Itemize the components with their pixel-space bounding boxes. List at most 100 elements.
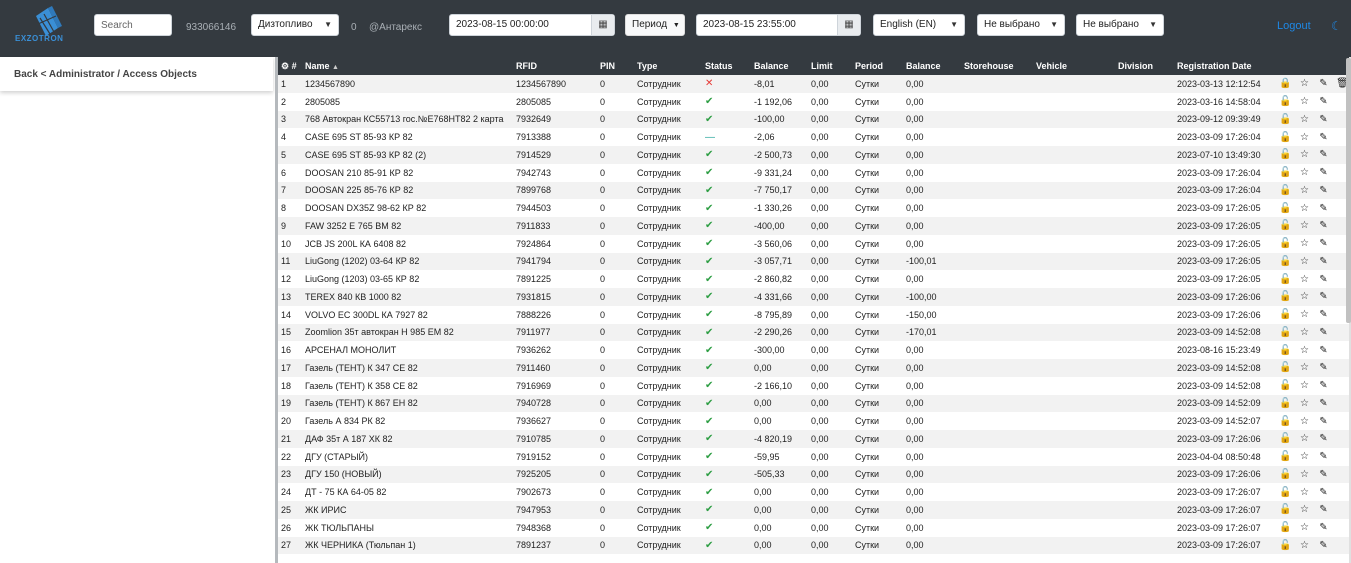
edit-icon[interactable]: ✎ xyxy=(1314,309,1333,320)
date-from-input[interactable]: 2023-08-15 00:00:00 ▦ xyxy=(449,14,615,36)
column-header-period[interactable]: Period xyxy=(852,57,903,75)
unlock-icon[interactable]: 🔓 xyxy=(1276,203,1295,214)
unlock-icon[interactable]: 🔓 xyxy=(1276,167,1295,178)
star-icon[interactable]: ☆ xyxy=(1295,185,1314,196)
gear-icon[interactable]: ⚙ xyxy=(281,61,289,71)
star-icon[interactable]: ☆ xyxy=(1295,433,1314,444)
column-header-registration-date[interactable]: Registration Date xyxy=(1174,57,1273,75)
edit-icon[interactable]: ✎ xyxy=(1314,380,1333,391)
unlock-icon[interactable]: 🔓 xyxy=(1276,433,1295,444)
table-row[interactable]: 14 VOLVO EC 300DL КА 7927 82 7888226 0 Сотру… xyxy=(278,305,1349,324)
filter-select-2[interactable]: Не выбрано ▼ xyxy=(1076,14,1164,36)
table-row[interactable]: 18 Газель (ТЕНТ) К 358 СЕ 82 7916969 0 Сотру… xyxy=(278,376,1349,395)
edit-icon[interactable]: ✎ xyxy=(1314,149,1333,160)
star-icon[interactable]: ☆ xyxy=(1295,220,1314,231)
star-icon[interactable]: ☆ xyxy=(1295,345,1314,356)
column-header-type[interactable]: Type xyxy=(634,57,702,75)
table-row[interactable]: 22 ДГУ (СТАРЫЙ) 7919152 0 Сотрудник ✔ -59,95 0,… xyxy=(278,447,1349,466)
unlock-icon[interactable]: 🔓 xyxy=(1276,185,1295,196)
star-icon[interactable]: ☆ xyxy=(1295,167,1314,178)
table-row[interactable]: 20 Газель А 834 РК 82 7936627 0 Сотрудник ✔ 0,… xyxy=(278,412,1349,430)
table-row[interactable]: 9 FAW 3252 Е 765 ВМ 82 7911833 0 Сотрудник ✔ -… xyxy=(278,217,1349,235)
column-header-balance[interactable]: Balance xyxy=(751,57,808,75)
column-header-index[interactable]: ⚙ # xyxy=(278,57,302,75)
unlock-icon[interactable]: 🔓 xyxy=(1276,540,1295,551)
lock-icon[interactable]: 🔒 xyxy=(1276,78,1295,89)
date-to-input[interactable]: 2023-08-15 23:55:00 ▦ xyxy=(696,14,861,36)
edit-icon[interactable]: ✎ xyxy=(1314,78,1333,89)
star-icon[interactable]: ☆ xyxy=(1295,203,1314,214)
star-icon[interactable]: ☆ xyxy=(1295,504,1314,515)
table-row[interactable]: 12 LiuGong (1203) 03-65 КР 82 7891225 0 Сотр… xyxy=(278,270,1349,288)
unlock-icon[interactable]: 🔓 xyxy=(1276,274,1295,285)
edit-icon[interactable]: ✎ xyxy=(1314,362,1333,373)
column-header-name[interactable]: Name ▲ xyxy=(302,57,513,75)
calendar-icon[interactable]: ▦ xyxy=(837,15,860,35)
table-row[interactable]: 16 АРСЕНАЛ МОНОЛИТ 7936262 0 Сотрудник ✔ -300,… xyxy=(278,341,1349,359)
column-header-pin[interactable]: PIN xyxy=(597,57,634,75)
unlock-icon[interactable]: 🔓 xyxy=(1276,291,1295,302)
unlock-icon[interactable]: 🔓 xyxy=(1276,398,1295,409)
star-icon[interactable]: ☆ xyxy=(1295,487,1314,498)
language-select[interactable]: English (EN) ▼ xyxy=(873,14,965,36)
edit-icon[interactable]: ✎ xyxy=(1314,291,1333,302)
edit-icon[interactable]: ✎ xyxy=(1314,504,1333,515)
table-row[interactable]: 19 Газель (ТЕНТ) К 867 ЕН 82 7940728 0 Сотру… xyxy=(278,394,1349,413)
unlock-icon[interactable]: 🔓 xyxy=(1276,522,1295,533)
breadcrumb-link[interactable]: Back < Administrator / Access Objects xyxy=(14,69,197,80)
table-row[interactable]: 15 Zoomlion 35т автокран Н 985 ЕМ 82 79119… xyxy=(278,323,1349,342)
edit-icon[interactable]: ✎ xyxy=(1314,203,1333,214)
table-row[interactable]: 6 DOOSAN 210 85-91 КР 82 7942743 0 Сотрудник… xyxy=(278,163,1349,182)
table-row[interactable]: 2 2805085 2805085 0 Сотрудник ✔ -1 192,06 0,00 С… xyxy=(278,92,1349,111)
unlock-icon[interactable]: 🔓 xyxy=(1276,238,1295,249)
star-icon[interactable]: ☆ xyxy=(1295,469,1314,480)
unlock-icon[interactable]: 🔓 xyxy=(1276,416,1295,427)
table-row[interactable]: 17 Газель (ТЕНТ) К 347 СЕ 82 7911460 0 Сотру… xyxy=(278,359,1349,377)
table-row[interactable]: 25 ЖК ИРИС 7947953 0 Сотрудник ✔ 0,00 0,00 Сутки… xyxy=(278,501,1349,519)
star-icon[interactable]: ☆ xyxy=(1295,522,1314,533)
star-icon[interactable]: ☆ xyxy=(1295,149,1314,160)
unlock-icon[interactable]: 🔓 xyxy=(1276,114,1295,125)
fuel-select[interactable]: Дизтопливо ▼ xyxy=(251,14,339,36)
search-input[interactable] xyxy=(94,14,172,36)
column-header-vehicle[interactable]: Vehicle xyxy=(1033,57,1115,75)
edit-icon[interactable]: ✎ xyxy=(1314,345,1333,356)
column-header-division[interactable]: Division xyxy=(1115,57,1174,75)
column-header-rfid[interactable]: RFID xyxy=(513,57,597,75)
star-icon[interactable]: ☆ xyxy=(1295,380,1314,391)
table-row[interactable]: 8 DOOSAN DX35Z 98-62 КР 82 7944503 0 Сотрудн… xyxy=(278,199,1349,217)
column-header-limit[interactable]: Limit xyxy=(808,57,852,75)
edit-icon[interactable]: ✎ xyxy=(1314,167,1333,178)
star-icon[interactable]: ☆ xyxy=(1295,540,1314,551)
brand-logo-icon[interactable] xyxy=(14,6,76,50)
logout-link[interactable]: Logout xyxy=(1277,20,1311,32)
unlock-icon[interactable]: 🔓 xyxy=(1276,96,1295,107)
edit-icon[interactable]: ✎ xyxy=(1314,185,1333,196)
table-row[interactable]: 13 TEREX 840 КВ 1000 82 7931815 0 Сотрудник ✔… xyxy=(278,288,1349,306)
star-icon[interactable]: ☆ xyxy=(1295,327,1314,338)
period-dropdown-button[interactable]: Период ▼ xyxy=(625,14,685,36)
star-icon[interactable]: ☆ xyxy=(1295,274,1314,285)
star-icon[interactable]: ☆ xyxy=(1295,132,1314,143)
table-row[interactable]: 4 CASE 695 ST 85-93 КР 82 7913388 0 Сотрудни… xyxy=(278,128,1349,146)
table-row[interactable]: 11 LiuGong (1202) 03-64 КР 82 7941794 0 Сотр… xyxy=(278,252,1349,271)
edit-icon[interactable]: ✎ xyxy=(1314,433,1333,444)
unlock-icon[interactable]: 🔓 xyxy=(1276,132,1295,143)
edit-icon[interactable]: ✎ xyxy=(1314,522,1333,533)
edit-icon[interactable]: ✎ xyxy=(1314,96,1333,107)
unlock-icon[interactable]: 🔓 xyxy=(1276,469,1295,480)
table-row[interactable]: 27 ЖК ЧЕРНИКА (Тюльпан 1) 7891237 0 Сотрудни… xyxy=(278,536,1349,555)
table-row[interactable]: 7 DOOSAN 225 85-76 КР 82 7899768 0 Сотрудник… xyxy=(278,181,1349,200)
calendar-icon[interactable]: ▦ xyxy=(591,15,614,35)
table-row[interactable]: 21 ДАФ 35т А 187 ХК 82 7910785 0 Сотрудник ✔ -… xyxy=(278,430,1349,448)
unlock-icon[interactable]: 🔓 xyxy=(1276,380,1295,391)
edit-icon[interactable]: ✎ xyxy=(1314,451,1333,462)
star-icon[interactable]: ☆ xyxy=(1295,309,1314,320)
unlock-icon[interactable]: 🔓 xyxy=(1276,487,1295,498)
star-icon[interactable]: ☆ xyxy=(1295,78,1314,89)
edit-icon[interactable]: ✎ xyxy=(1314,132,1333,143)
unlock-icon[interactable]: 🔓 xyxy=(1276,309,1295,320)
edit-icon[interactable]: ✎ xyxy=(1314,220,1333,231)
unlock-icon[interactable]: 🔓 xyxy=(1276,256,1295,267)
unlock-icon[interactable]: 🔓 xyxy=(1276,149,1295,160)
